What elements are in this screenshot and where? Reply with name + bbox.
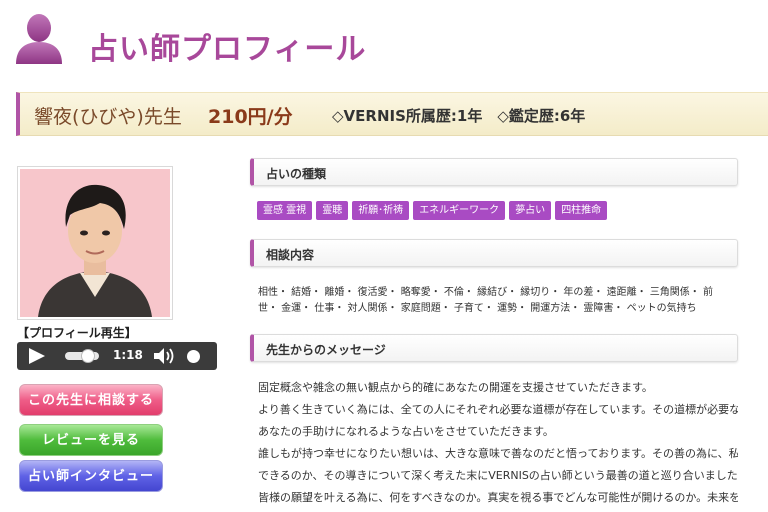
section-fortune-types: 占いの種類 xyxy=(250,158,738,186)
tag-energy-work[interactable]: エネルギーワーク xyxy=(413,201,506,220)
fortune-type-tags: 霊感 霊視 霊聴 祈願･祈祷 エネルギーワーク 夢占い 四柱推命 xyxy=(257,201,608,220)
teacher-message: 固定概念や雑念の無い観点から的確にあなたの開運を支援させていただきます。 より善… xyxy=(258,377,738,509)
message-line: 誰しもが持つ幸せになりたい想いは、大きな意味で善なのだと悟っております。その善の… xyxy=(258,447,738,460)
career-history: ◇VERNIS所属歴:1年 ◇鑑定歴:6年 xyxy=(332,107,586,125)
portrait-illustration xyxy=(20,169,170,317)
message-line: 固定概念や雑念の無い観点から的確にあなたの開運を支援させていただきます。 xyxy=(258,381,653,394)
section-fortune-types-title: 占いの種類 xyxy=(266,167,327,181)
message-line: より善く生きていく為には、全ての人にそれぞれ必要な道標が存在しています。その道標… xyxy=(258,403,738,416)
page-header: 占い師プロフィール xyxy=(0,0,768,84)
consult-teacher-button[interactable]: この先生に相談する xyxy=(19,384,163,416)
tag-dream-reading[interactable]: 夢占い xyxy=(509,201,552,220)
audio-progress-knob[interactable] xyxy=(81,349,95,363)
audio-player: 1:18 xyxy=(17,342,217,370)
tag-shichu-suimei[interactable]: 四柱推命 xyxy=(555,201,608,220)
message-line: できるのか、その導きについて深く考えた末にVERNISの占い師という最善の道と巡… xyxy=(258,469,738,482)
consultation-topics: 相性・ 結婚・ 離婚・ 復活愛・ 略奪愛・ 不倫・ 縁結び・ 縁切り・ 年の差・… xyxy=(258,287,713,314)
view-reviews-button[interactable]: レビューを見る xyxy=(19,424,163,456)
section-consultation-title: 相談内容 xyxy=(266,248,315,262)
message-line: 皆様の願望を叶える為に、何をすべきなのか。真実を視る事でどんな可能性が開けるのか… xyxy=(258,491,738,504)
tag-reichou[interactable]: 霊聴 xyxy=(316,201,349,220)
section-message: 先生からのメッセージ xyxy=(250,334,738,362)
profile-photo xyxy=(20,169,170,317)
page-title: 占い師プロフィール xyxy=(88,32,367,67)
teacher-interview-button[interactable]: 占い師インタビュー xyxy=(19,460,163,492)
section-message-title: 先生からのメッセージ xyxy=(266,343,386,357)
section-consultation: 相談内容 xyxy=(250,239,738,267)
person-icon xyxy=(16,14,62,64)
volume-icon[interactable] xyxy=(153,347,175,365)
profile-photo-frame xyxy=(17,166,173,320)
tag-kigan-kitou[interactable]: 祈願･祈祷 xyxy=(352,201,410,220)
tag-reikan-reishi[interactable]: 霊感 霊視 xyxy=(257,201,313,220)
teacher-name-bar: 響夜(ひびや)先生 210円/分 ◇VERNIS所属歴:1年 ◇鑑定歴:6年 xyxy=(16,92,768,136)
message-line: あなたの手助けになれるような占いをさせていただきます。 xyxy=(258,425,554,438)
audio-time: 1:18 xyxy=(113,348,143,362)
profile-play-label: 【プロフィール再生】 xyxy=(17,326,137,340)
teacher-name: 響夜(ひびや)先生 xyxy=(34,106,182,128)
volume-knob[interactable] xyxy=(187,350,200,363)
play-icon[interactable] xyxy=(29,348,45,364)
price-per-minute: 210円/分 xyxy=(208,106,293,128)
